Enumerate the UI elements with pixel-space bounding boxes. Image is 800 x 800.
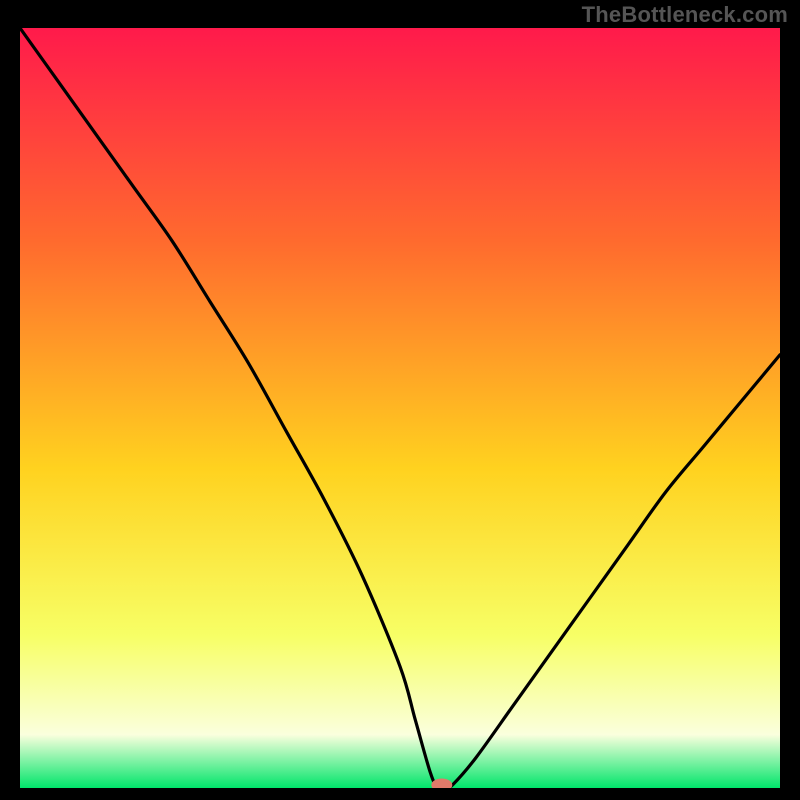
watermark-text: TheBottleneck.com [582, 2, 788, 28]
gradient-background [20, 28, 780, 788]
plot-svg [20, 28, 780, 788]
optimum-marker [432, 779, 452, 788]
chart-stage: TheBottleneck.com [0, 0, 800, 800]
plot-area [20, 28, 780, 788]
